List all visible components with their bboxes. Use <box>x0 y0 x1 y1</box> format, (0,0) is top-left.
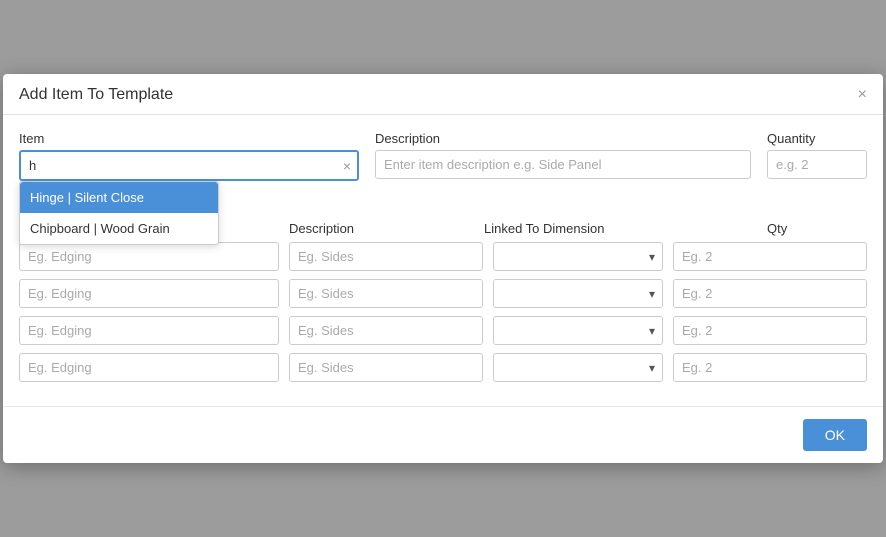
linked-row1-qty-input[interactable] <box>673 242 867 271</box>
modal-footer: OK <box>3 406 883 463</box>
linked-row2-qty-input[interactable] <box>673 279 867 308</box>
linked-row2-dim-wrapper: ▾ <box>493 279 663 308</box>
dropdown-item-hinge[interactable]: Hinge | Silent Close <box>20 182 218 213</box>
dropdown-item-chipboard[interactable]: Chipboard | Wood Grain <box>20 213 218 244</box>
modal-overlay: Add Item To Template × Item × Hinge | <box>0 0 886 537</box>
linked-row4-desc-input[interactable] <box>289 353 483 382</box>
linked-row4-dim-wrapper: ▾ <box>493 353 663 382</box>
linked-row4-dim-select[interactable] <box>493 353 663 382</box>
linked-row3-desc-input[interactable] <box>289 316 483 345</box>
ok-button[interactable]: OK <box>803 419 867 451</box>
top-fields-row: Item × Hinge | Silent Close Chipboard | … <box>19 131 867 181</box>
linked-row4-item-input[interactable] <box>19 353 279 382</box>
linked-items-row: ▾ <box>19 353 867 382</box>
quantity-field-group: Quantity <box>767 131 867 179</box>
description-label: Description <box>375 131 751 146</box>
modal-title: Add Item To Template <box>19 86 173 104</box>
linked-row3-dim-wrapper: ▾ <box>493 316 663 345</box>
quantity-label: Quantity <box>767 131 867 146</box>
item-clear-button[interactable]: × <box>343 159 351 173</box>
modal-body: Item × Hinge | Silent Close Chipboard | … <box>3 115 883 406</box>
item-input-wrapper: × <box>19 150 359 181</box>
linked-row1-dim-wrapper: ▾ <box>493 242 663 271</box>
item-input[interactable] <box>19 150 359 181</box>
linked-row3-qty-input[interactable] <box>673 316 867 345</box>
description-input[interactable] <box>375 150 751 179</box>
quantity-input[interactable] <box>767 150 867 179</box>
linked-desc-col-header: Description <box>289 221 474 236</box>
modal-header: Add Item To Template × <box>3 74 883 115</box>
linked-row1-desc-input[interactable] <box>289 242 483 271</box>
linked-qty-col-header: Qty <box>767 221 867 236</box>
linked-row1-item-input[interactable] <box>19 242 279 271</box>
linked-items-row: ▾ <box>19 242 867 271</box>
item-label: Item <box>19 131 359 146</box>
close-button[interactable]: × <box>858 87 867 103</box>
linked-row2-item-input[interactable] <box>19 279 279 308</box>
linked-row3-item-input[interactable] <box>19 316 279 345</box>
item-field-group: Item × Hinge | Silent Close Chipboard | … <box>19 131 359 181</box>
linked-row1-dim-select[interactable] <box>493 242 663 271</box>
linked-row3-dim-select[interactable] <box>493 316 663 345</box>
item-dropdown: Hinge | Silent Close Chipboard | Wood Gr… <box>19 181 219 245</box>
linked-dim-col-header: Linked To Dimension <box>484 221 757 236</box>
description-field-group: Description <box>375 131 751 179</box>
linked-row4-qty-input[interactable] <box>673 353 867 382</box>
add-item-modal: Add Item To Template × Item × Hinge | <box>3 74 883 463</box>
linked-items-row: ▾ <box>19 279 867 308</box>
linked-items-row: ▾ <box>19 316 867 345</box>
linked-row2-dim-select[interactable] <box>493 279 663 308</box>
linked-row2-desc-input[interactable] <box>289 279 483 308</box>
